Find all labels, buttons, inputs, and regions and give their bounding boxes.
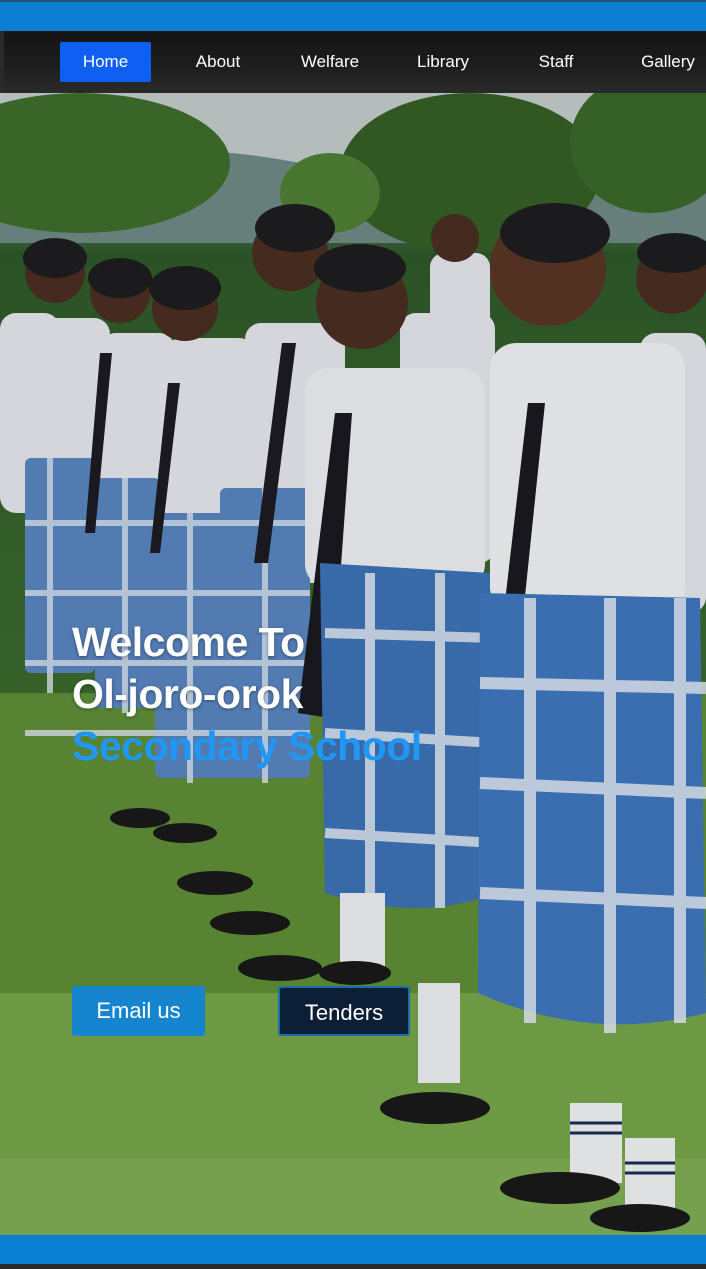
nav-item-staff[interactable]: Staff bbox=[526, 42, 586, 82]
hero-title-line-3: Secondary School bbox=[72, 723, 422, 769]
email-us-button[interactable]: Email us bbox=[72, 986, 205, 1036]
tenders-button[interactable]: Tenders bbox=[278, 986, 410, 1036]
bottom-accent-bar bbox=[0, 1235, 706, 1264]
hero-section: Welcome To Ol-joro-orok Secondary School bbox=[0, 93, 706, 1235]
bottom-strip bbox=[0, 1264, 706, 1269]
hero-title: Welcome To Ol-joro-orok Secondary School bbox=[72, 616, 422, 772]
hero-title-line-1: Welcome To bbox=[72, 619, 305, 665]
nav-item-library[interactable]: Library bbox=[404, 42, 482, 82]
nav-item-welfare[interactable]: Welfare bbox=[290, 42, 370, 82]
nav-item-gallery[interactable]: Gallery bbox=[630, 42, 706, 82]
main-navigation: Home About Welfare Library Staff Gallery bbox=[4, 31, 706, 93]
nav-item-about[interactable]: About bbox=[182, 42, 254, 82]
nav-item-home[interactable]: Home bbox=[60, 42, 151, 82]
top-accent-bar bbox=[0, 0, 706, 31]
hero-title-line-2: Ol-joro-orok bbox=[72, 671, 303, 717]
